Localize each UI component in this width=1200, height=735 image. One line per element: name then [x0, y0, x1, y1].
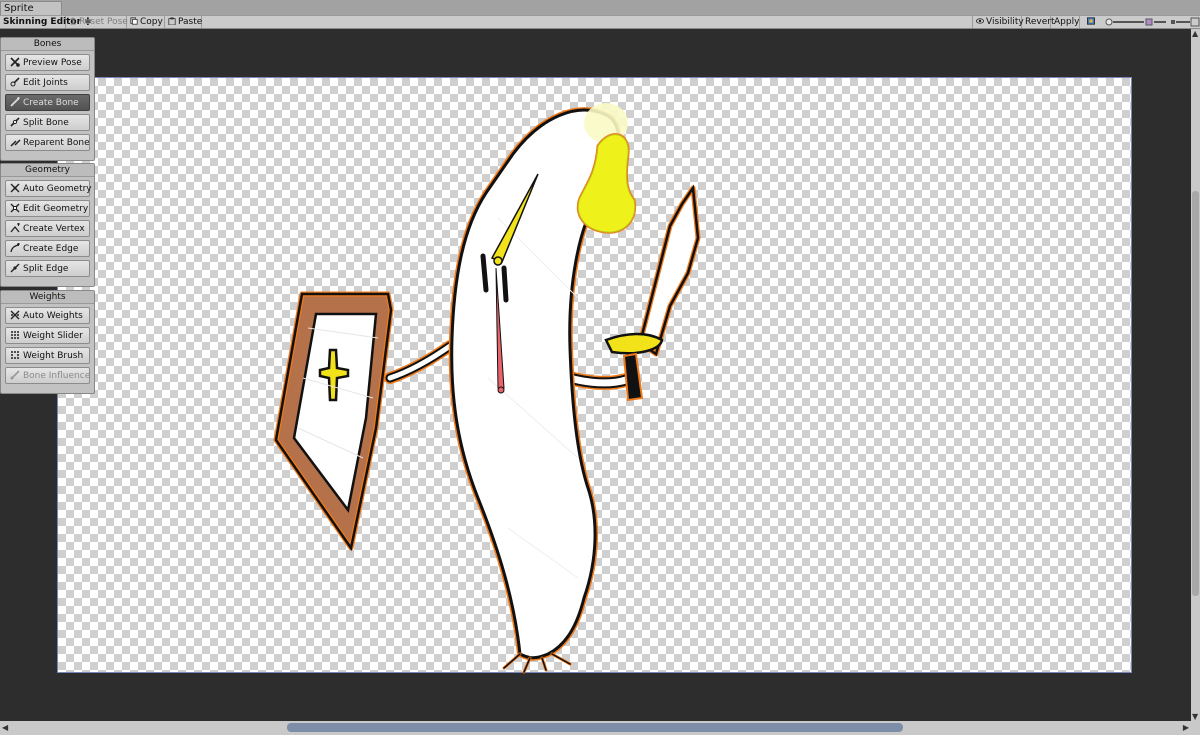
reset-pose-icon [70, 17, 76, 25]
copy-label: Copy [140, 17, 163, 27]
auto-weights-label: Auto Weights [23, 311, 83, 321]
create-bone-button[interactable]: Create Bone [5, 94, 90, 111]
horizontal-scroll-thumb[interactable] [287, 723, 903, 732]
reset-pose-label: Reset Pose [79, 17, 128, 27]
sprite-canvas[interactable] [57, 77, 1132, 674]
paste-label: Paste [178, 17, 203, 27]
bone-influence-label: Bone Influence [23, 371, 91, 381]
scroll-up-icon[interactable]: ▲ [1192, 29, 1198, 38]
create-edge-label: Create Edge [23, 244, 79, 254]
weight-slider-label: Weight Slider [23, 331, 83, 341]
create-vertex-label: Create Vertex [23, 224, 85, 234]
bone-influence-button[interactable]: Bone Influence [5, 367, 90, 384]
weight-brush-label: Weight Brush [23, 351, 84, 361]
auto-geometry-button[interactable]: Auto Geometry [5, 180, 92, 197]
paste-button[interactable]: Paste [165, 16, 202, 28]
vertical-scroll-thumb[interactable] [1192, 191, 1199, 596]
window-title-tab[interactable]: Sprite Editor [0, 1, 62, 27]
zoom-slider-graphic [1105, 18, 1166, 26]
revert-button[interactable]: Revert [1022, 16, 1054, 28]
auto-geometry-icon [10, 183, 20, 193]
create-bone-label: Create Bone [23, 98, 79, 108]
apply-button[interactable]: Apply [1051, 16, 1080, 28]
geometry-panel-title: Geometry [1, 164, 94, 177]
size-slider-graphic [1171, 17, 1200, 27]
scroll-down-icon[interactable]: ▼ [1192, 712, 1198, 721]
zoom-slider[interactable] [1104, 16, 1168, 28]
create-edge-icon [10, 243, 20, 253]
reset-pose-button[interactable]: Reset Pose [66, 16, 128, 28]
apply-label: Apply [1054, 17, 1080, 27]
weight-slider-button[interactable]: Weight Slider [5, 327, 90, 344]
scroll-corner [1191, 721, 1200, 735]
window-tab-bar: Sprite Editor [0, 0, 1200, 27]
edit-joints-label: Edit Joints [23, 78, 68, 88]
reparent-bone-icon [10, 139, 21, 147]
weight-slider-icon [11, 331, 19, 339]
weight-brush-icon [11, 351, 19, 359]
create-bone-icon [10, 97, 20, 107]
bones-panel: Bones Preview Pose Edit Joints Create Bo… [0, 37, 95, 161]
split-bone-icon [10, 117, 20, 127]
split-edge-button[interactable]: Split Edge [5, 260, 90, 277]
edit-geometry-icon [10, 203, 20, 213]
scroll-left-icon[interactable]: ◀ [2, 723, 8, 732]
visibility-label: Visibility [986, 17, 1024, 27]
sprite-artwork [273, 103, 701, 674]
create-edge-button[interactable]: Create Edge [5, 240, 90, 257]
color-toggle-button[interactable] [1084, 16, 1102, 28]
mode-dropdown[interactable]: Skinning Editor ≑ [0, 16, 92, 28]
weight-brush-button[interactable]: Weight Brush [5, 347, 90, 364]
split-bone-label: Split Bone [23, 118, 69, 128]
bones-panel-title: Bones [1, 38, 94, 51]
paste-icon [168, 17, 176, 25]
vertical-scrollbar[interactable]: ▲ ▼ [1191, 29, 1200, 721]
size-slider[interactable] [1170, 16, 1200, 28]
preview-pose-button[interactable]: Preview Pose [5, 54, 90, 71]
reparent-bone-label: Reparent Bone [23, 138, 90, 148]
toolbar: Skinning Editor ≑ Reset Pose Copy Paste … [0, 15, 1200, 29]
auto-weights-icon [10, 310, 20, 320]
sprite-viewport[interactable]: Bones Preview Pose Edit Joints Create Bo… [0, 29, 1191, 721]
create-vertex-button[interactable]: Create Vertex [5, 220, 90, 237]
copy-icon [130, 17, 138, 25]
reparent-bone-button[interactable]: Reparent Bone [5, 134, 90, 151]
edit-geometry-label: Edit Geometry [23, 204, 89, 214]
visibility-button[interactable]: Visibility [972, 16, 1024, 28]
split-edge-label: Split Edge [23, 264, 69, 274]
preview-pose-icon [10, 57, 20, 67]
geometry-panel: Geometry Auto Geometry Edit Geometry Cre… [0, 163, 95, 287]
create-vertex-icon [10, 223, 20, 233]
split-bone-button[interactable]: Split Bone [5, 114, 90, 131]
edit-joints-icon [10, 77, 20, 87]
copy-button[interactable]: Copy [127, 16, 165, 28]
weights-panel-title: Weights [1, 291, 94, 304]
color-mode-icon [1087, 17, 1095, 25]
auto-geometry-label: Auto Geometry [23, 184, 92, 194]
edit-joints-button[interactable]: Edit Joints [5, 74, 90, 91]
preview-pose-label: Preview Pose [23, 58, 82, 68]
horizontal-scrollbar[interactable]: ◀ ▶ [0, 721, 1191, 735]
scroll-right-icon[interactable]: ▶ [1183, 723, 1189, 732]
edit-geometry-button[interactable]: Edit Geometry [5, 200, 90, 217]
split-edge-icon [10, 263, 20, 273]
weights-panel: Weights Auto Weights Weight Slider Weigh… [0, 290, 95, 394]
eye-icon [976, 18, 984, 24]
auto-weights-button[interactable]: Auto Weights [5, 307, 90, 324]
shield-sprite [273, 291, 394, 552]
bone-influence-icon [10, 370, 20, 380]
